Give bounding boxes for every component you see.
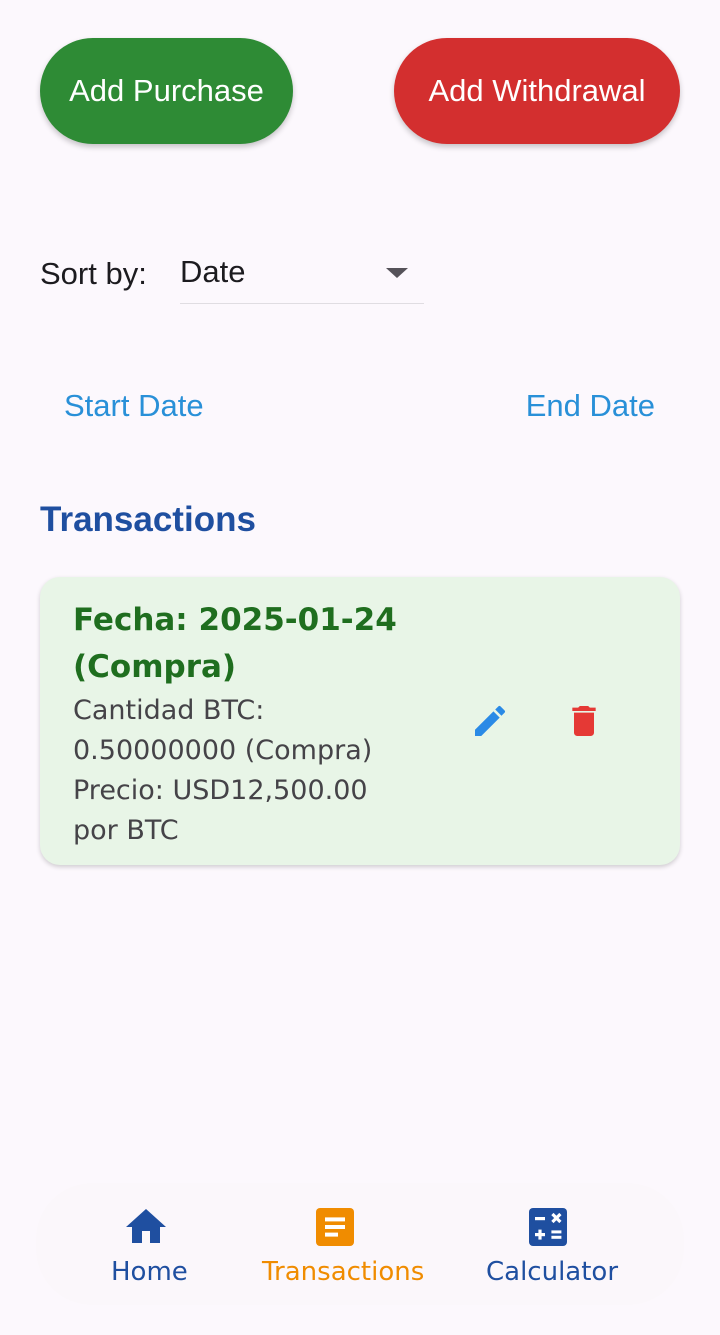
pencil-icon — [475, 705, 506, 736]
nav-label-home: Home — [111, 1257, 188, 1287]
home-icon — [126, 1209, 166, 1243]
dropdown-arrow-icon — [386, 268, 408, 278]
transactions-heading: Transactions — [40, 500, 256, 539]
nav-item-home[interactable]: Home — [36, 1183, 256, 1305]
add-withdrawal-button[interactable]: Add Withdrawal — [394, 38, 680, 144]
nav-label-transactions: Transactions — [262, 1257, 425, 1287]
trash-icon — [572, 706, 596, 736]
transaction-card: Fecha: 2025-01-24 (Compra) Cantidad BTC:… — [40, 577, 680, 865]
edit-button[interactable] — [468, 699, 512, 743]
transactions-screen: Add Purchase Add Withdrawal Sort by: Dat… — [0, 0, 720, 1335]
sort-selected-value: Date — [180, 254, 246, 289]
start-date-button[interactable]: Start Date — [64, 388, 204, 424]
transaction-type: (Compra) — [73, 649, 237, 685]
sort-row: Sort by: Date — [40, 250, 440, 306]
nav-item-transactions[interactable]: Transactions — [256, 1183, 476, 1305]
nav-label-calculator: Calculator — [486, 1257, 619, 1287]
transaction-detail-line: Precio: USD12,500.00 — [73, 775, 368, 806]
document-icon — [316, 1208, 354, 1246]
sort-dropdown[interactable]: Date — [180, 250, 424, 304]
sort-label: Sort by: — [40, 256, 147, 291]
transaction-title: Fecha: 2025-01-24 (Compra) — [73, 597, 413, 691]
end-date-button[interactable]: End Date — [526, 388, 655, 424]
nav-item-calculator[interactable]: Calculator — [476, 1183, 684, 1305]
calculator-icon — [529, 1208, 567, 1246]
transaction-detail-line: por BTC — [73, 815, 179, 846]
transaction-date: Fecha: 2025-01-24 — [73, 602, 397, 638]
transaction-detail-line: Cantidad BTC: — [73, 695, 265, 726]
transaction-detail-line: 0.50000000 (Compra) — [73, 735, 373, 766]
delete-button[interactable] — [562, 699, 606, 743]
add-purchase-button[interactable]: Add Purchase — [40, 38, 293, 144]
bottom-navigation: Home Transactions Calculator — [36, 1183, 684, 1305]
transaction-details: Cantidad BTC: 0.50000000 (Compra) Precio… — [73, 691, 403, 851]
